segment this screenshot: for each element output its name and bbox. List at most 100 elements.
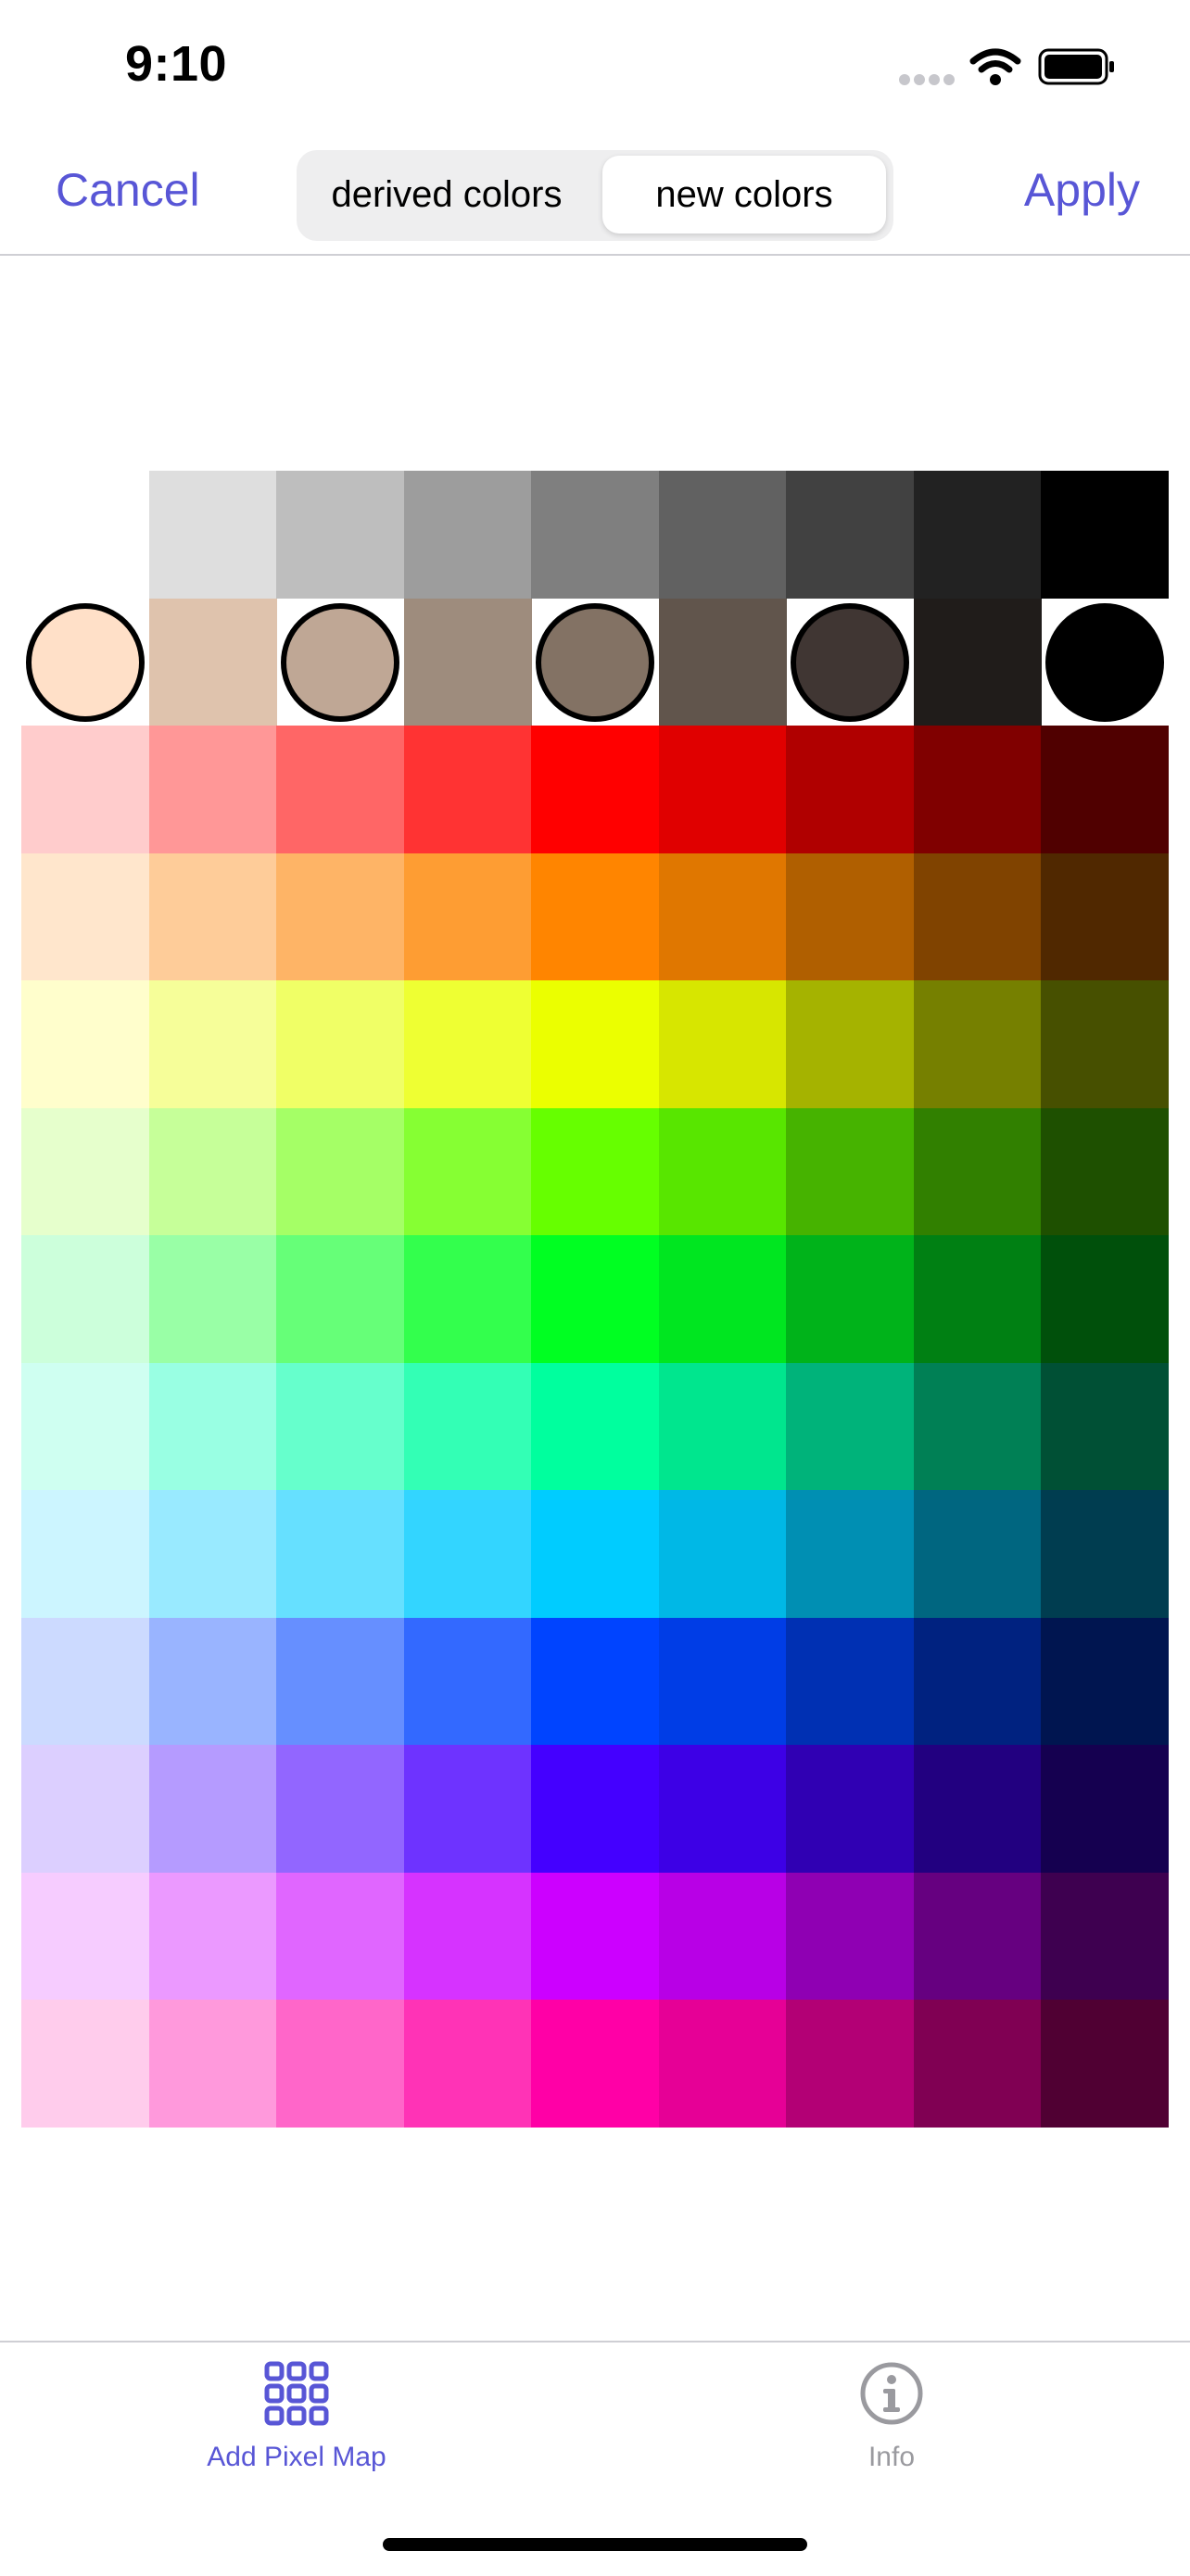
color-swatch[interactable] bbox=[403, 1362, 532, 1491]
color-swatch[interactable] bbox=[531, 1490, 659, 1618]
color-swatch[interactable] bbox=[658, 1235, 787, 1363]
color-swatch[interactable] bbox=[658, 980, 787, 1108]
color-swatch[interactable] bbox=[1041, 471, 1169, 599]
color-swatch[interactable] bbox=[148, 980, 277, 1108]
color-swatch[interactable] bbox=[148, 852, 277, 981]
color-swatch[interactable] bbox=[786, 1490, 914, 1618]
color-swatch[interactable] bbox=[658, 1490, 787, 1618]
color-swatch[interactable] bbox=[658, 1617, 787, 1746]
color-swatch[interactable] bbox=[786, 980, 914, 1108]
color-swatch[interactable] bbox=[531, 1745, 659, 1873]
color-swatch[interactable] bbox=[148, 598, 277, 726]
color-swatch[interactable] bbox=[658, 598, 787, 726]
color-swatch[interactable] bbox=[531, 599, 659, 726]
color-swatch[interactable] bbox=[21, 1107, 149, 1236]
color-swatch[interactable] bbox=[531, 1235, 659, 1363]
color-swatch[interactable] bbox=[531, 1872, 659, 2001]
color-swatch[interactable] bbox=[913, 1617, 1042, 1746]
color-swatch[interactable] bbox=[403, 1107, 532, 1236]
color-swatch[interactable] bbox=[786, 1872, 914, 2001]
color-swatch[interactable] bbox=[21, 1745, 149, 1873]
color-swatch[interactable] bbox=[276, 1107, 404, 1236]
color-swatch[interactable] bbox=[1041, 1107, 1169, 1236]
color-swatch[interactable] bbox=[148, 726, 277, 853]
color-swatch[interactable] bbox=[403, 1745, 532, 1873]
color-swatch[interactable] bbox=[276, 599, 404, 726]
segment-derived-colors[interactable]: derived colors bbox=[302, 156, 591, 234]
color-swatch[interactable] bbox=[913, 1745, 1042, 1873]
color-swatch[interactable] bbox=[21, 1490, 149, 1618]
color-swatch[interactable] bbox=[276, 980, 404, 1108]
color-swatch[interactable] bbox=[658, 1107, 787, 1236]
cancel-button[interactable]: Cancel bbox=[56, 163, 200, 217]
color-swatch[interactable] bbox=[531, 1107, 659, 1236]
color-swatch[interactable] bbox=[403, 1617, 532, 1746]
color-swatch[interactable] bbox=[403, 980, 532, 1108]
color-swatch[interactable] bbox=[403, 1235, 532, 1363]
color-swatch[interactable] bbox=[531, 726, 659, 853]
color-swatch[interactable] bbox=[913, 1107, 1042, 1236]
color-swatch[interactable] bbox=[786, 1745, 914, 1873]
color-swatch[interactable] bbox=[786, 1107, 914, 1236]
color-swatch[interactable] bbox=[276, 1872, 404, 2001]
color-swatch[interactable] bbox=[658, 1872, 787, 2001]
color-swatch[interactable] bbox=[1041, 980, 1169, 1108]
color-swatch[interactable] bbox=[21, 1362, 149, 1491]
color-swatch[interactable] bbox=[913, 598, 1042, 726]
color-swatch[interactable] bbox=[276, 852, 404, 981]
color-swatch[interactable] bbox=[148, 1490, 277, 1618]
segment-new-colors[interactable]: new colors bbox=[602, 156, 886, 234]
color-swatch[interactable] bbox=[148, 1362, 277, 1491]
color-swatch[interactable] bbox=[531, 980, 659, 1108]
color-swatch[interactable] bbox=[913, 1872, 1042, 2001]
color-swatch[interactable] bbox=[658, 726, 787, 853]
color-swatch[interactable] bbox=[786, 2000, 914, 2128]
color-swatch[interactable] bbox=[276, 1362, 404, 1491]
color-swatch[interactable] bbox=[1041, 2000, 1169, 2128]
color-swatch[interactable] bbox=[148, 1107, 277, 1236]
color-swatch[interactable] bbox=[276, 1745, 404, 1873]
color-swatch[interactable] bbox=[148, 471, 277, 599]
color-swatch[interactable] bbox=[21, 599, 149, 726]
color-swatch[interactable] bbox=[403, 598, 532, 726]
color-swatch[interactable] bbox=[1041, 1235, 1169, 1363]
color-swatch[interactable] bbox=[1041, 852, 1169, 981]
color-swatch[interactable] bbox=[403, 2000, 532, 2128]
apply-button[interactable]: Apply bbox=[1024, 163, 1140, 217]
color-swatch[interactable] bbox=[21, 1872, 149, 2001]
color-swatch[interactable] bbox=[531, 471, 659, 599]
color-swatch[interactable] bbox=[276, 726, 404, 853]
color-swatch[interactable] bbox=[658, 1745, 787, 1873]
color-swatch[interactable] bbox=[786, 1235, 914, 1363]
color-swatch[interactable] bbox=[786, 852, 914, 981]
color-swatch[interactable] bbox=[531, 1617, 659, 1746]
color-swatch[interactable] bbox=[658, 1362, 787, 1491]
color-swatch[interactable] bbox=[403, 852, 532, 981]
color-swatch[interactable] bbox=[1041, 1872, 1169, 2001]
color-swatch[interactable] bbox=[658, 852, 787, 981]
color-swatch[interactable] bbox=[148, 2000, 277, 2128]
color-swatch[interactable] bbox=[148, 1745, 277, 1873]
color-swatch[interactable] bbox=[148, 1235, 277, 1363]
color-swatch[interactable] bbox=[913, 1490, 1042, 1618]
color-swatch[interactable] bbox=[1041, 599, 1169, 726]
tab-add-pixel-map[interactable]: Add Pixel Map bbox=[111, 2361, 482, 2473]
color-swatch[interactable] bbox=[786, 599, 914, 726]
tab-info[interactable]: Info bbox=[706, 2361, 1077, 2473]
color-swatch[interactable] bbox=[21, 2000, 149, 2128]
color-swatch[interactable] bbox=[1041, 1362, 1169, 1491]
color-swatch[interactable] bbox=[658, 471, 787, 599]
color-swatch[interactable] bbox=[21, 980, 149, 1108]
color-swatch[interactable] bbox=[276, 1490, 404, 1618]
color-swatch[interactable] bbox=[403, 726, 532, 853]
color-swatch[interactable] bbox=[21, 1235, 149, 1363]
color-swatch[interactable] bbox=[786, 1617, 914, 1746]
color-swatch[interactable] bbox=[276, 1617, 404, 1746]
color-swatch[interactable] bbox=[21, 1617, 149, 1746]
color-swatch[interactable] bbox=[913, 980, 1042, 1108]
color-swatch[interactable] bbox=[1041, 726, 1169, 853]
color-swatch[interactable] bbox=[403, 1490, 532, 1618]
color-swatch[interactable] bbox=[276, 2000, 404, 2128]
color-swatch[interactable] bbox=[21, 726, 149, 853]
color-swatch[interactable] bbox=[21, 852, 149, 981]
